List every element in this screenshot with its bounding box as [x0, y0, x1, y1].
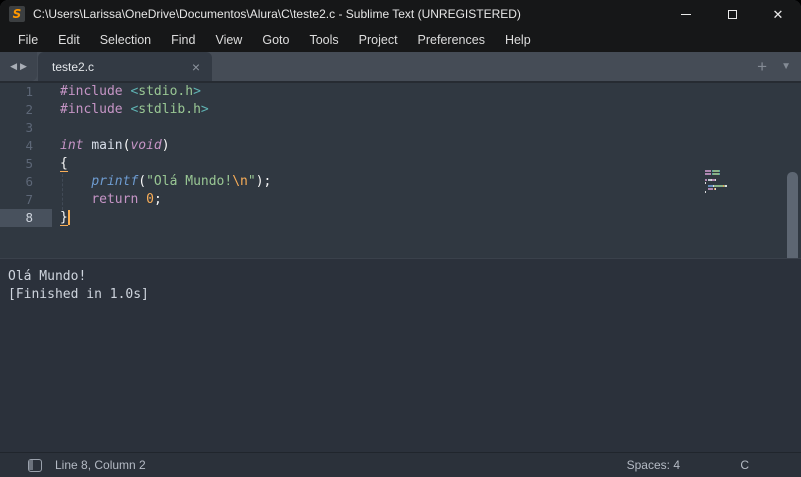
close-icon: ✕: [773, 8, 784, 21]
tab-forward-icon[interactable]: ▶: [20, 61, 27, 72]
tab-label: teste2.c: [52, 60, 192, 74]
console-output-line: Olá Mundo!: [8, 268, 801, 286]
gutter-line-number: 2: [0, 101, 52, 119]
cursor-position-status[interactable]: Line 8, Column 2: [55, 458, 146, 472]
console-output-line: [Finished in 1.0s]: [8, 286, 801, 304]
editor-scrollbar[interactable]: [787, 167, 798, 258]
code-line-2[interactable]: 2#include <stdlib.h>: [0, 101, 801, 119]
tab-scroll-arrows: ◀ ▶: [0, 52, 37, 81]
code-line-3[interactable]: 3: [0, 119, 801, 137]
tab-close-icon[interactable]: ×: [192, 60, 200, 74]
gutter-line-number: 7: [0, 191, 52, 209]
minimap[interactable]: [705, 169, 765, 193]
code-lines: 1#include <stdio.h>2#include <stdlib.h>3…: [0, 83, 801, 227]
code-editor[interactable]: 1#include <stdio.h>2#include <stdlib.h>3…: [0, 83, 801, 258]
code-text: #include <stdlib.h>: [52, 101, 209, 119]
close-button[interactable]: ✕: [755, 0, 801, 28]
window-controls: ✕: [663, 0, 801, 28]
tab-teste2c[interactable]: teste2.c ×: [38, 52, 212, 81]
menu-item-tools[interactable]: Tools: [299, 30, 348, 50]
gutter-line-number: 6: [0, 173, 52, 191]
indent-guide: [62, 174, 63, 210]
tab-bar: ◀ ▶ teste2.c × + ▼: [0, 52, 801, 83]
code-text: return 0;: [52, 191, 162, 209]
code-text: int main(void): [52, 137, 170, 155]
maximize-icon: [728, 10, 737, 19]
code-line-7[interactable]: 7 return 0;: [0, 191, 801, 209]
tab-tools: + ▼: [757, 52, 791, 81]
code-line-4[interactable]: 4int main(void): [0, 137, 801, 155]
menu-bar: FileEditSelectionFindViewGotoToolsProjec…: [0, 28, 801, 52]
build-output-panel[interactable]: Olá Mundo![Finished in 1.0s]: [0, 258, 801, 452]
menu-item-selection[interactable]: Selection: [90, 30, 161, 50]
code-text: printf("Olá Mundo!\n");: [52, 173, 271, 191]
sublime-text-window: C:\Users\Larissa\OneDrive\Documentos\Alu…: [0, 0, 801, 477]
indentation-status[interactable]: Spaces: 4: [627, 458, 680, 472]
scrollbar-thumb[interactable]: [787, 172, 798, 258]
menu-item-view[interactable]: View: [205, 30, 252, 50]
sublime-text-logo-icon[interactable]: [9, 6, 25, 22]
syntax-status[interactable]: C: [740, 458, 749, 472]
menu-item-project[interactable]: Project: [349, 30, 408, 50]
menu-item-help[interactable]: Help: [495, 30, 541, 50]
tab-back-icon[interactable]: ◀: [10, 61, 17, 72]
gutter-line-number: 8: [0, 209, 52, 227]
menu-item-file[interactable]: File: [8, 30, 48, 50]
menu-item-find[interactable]: Find: [161, 30, 205, 50]
code-text: #include <stdio.h>: [52, 83, 201, 101]
minimize-button[interactable]: [663, 0, 709, 28]
minimize-icon: [681, 14, 691, 15]
code-line-1[interactable]: 1#include <stdio.h>: [0, 83, 801, 101]
menu-item-goto[interactable]: Goto: [252, 30, 299, 50]
panel-toggle-icon[interactable]: [28, 459, 42, 472]
code-text: {: [52, 155, 68, 173]
maximize-button[interactable]: [709, 0, 755, 28]
gutter-line-number: 3: [0, 119, 52, 137]
code-line-6[interactable]: 6 printf("Olá Mundo!\n");: [0, 173, 801, 191]
gutter-line-number: 1: [0, 83, 52, 101]
tab-overflow-icon[interactable]: ▼: [781, 62, 791, 72]
code-line-5[interactable]: 5{: [0, 155, 801, 173]
gutter-line-number: 4: [0, 137, 52, 155]
code-text: [52, 119, 60, 137]
title-bar: C:\Users\Larissa\OneDrive\Documentos\Alu…: [0, 0, 801, 28]
text-caret: [68, 210, 70, 225]
code-line-8[interactable]: 8}: [0, 209, 801, 227]
status-bar: Line 8, Column 2 Spaces: 4 C: [0, 452, 801, 477]
code-text: }: [52, 209, 70, 227]
new-tab-icon[interactable]: +: [757, 58, 767, 75]
menu-item-preferences[interactable]: Preferences: [408, 30, 495, 50]
window-title: C:\Users\Larissa\OneDrive\Documentos\Alu…: [33, 7, 521, 21]
gutter-line-number: 5: [0, 155, 52, 173]
menu-item-edit[interactable]: Edit: [48, 30, 90, 50]
